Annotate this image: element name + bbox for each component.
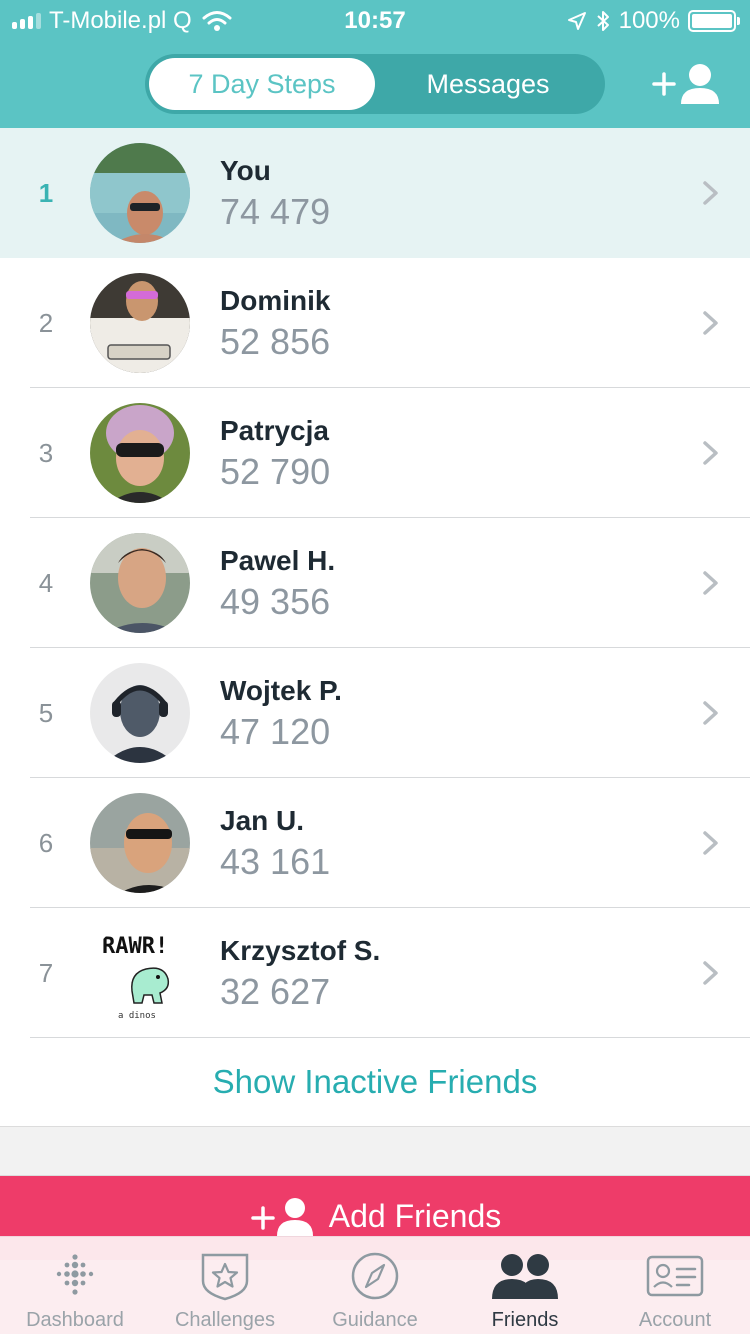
chevron-right-icon xyxy=(703,961,718,985)
avatar xyxy=(90,663,190,763)
leaderboard-row[interactable]: 4 Pawel H. 49 356 xyxy=(0,518,750,648)
section-spacer xyxy=(0,1126,750,1176)
rank-number: 1 xyxy=(38,177,54,208)
leaderboard-row[interactable]: 6 Jan U. 43 161 xyxy=(0,778,750,908)
step-count: 47 120 xyxy=(220,711,331,752)
rank-number: 4 xyxy=(38,567,54,598)
chevron-right-icon xyxy=(703,181,718,205)
friend-info: You 74 479 xyxy=(220,154,330,234)
add-friends-label: Add Friends xyxy=(328,1198,502,1234)
rawr-text: RAWR! xyxy=(102,934,168,959)
bluetooth-icon xyxy=(596,11,609,31)
rank-number: 5 xyxy=(38,697,54,728)
chevron-right-icon xyxy=(703,701,718,725)
tab-challenges[interactable]: Challenges xyxy=(150,1237,300,1334)
tab-guidance[interactable]: Guidance xyxy=(300,1237,450,1334)
friend-info: Jan U. 43 161 xyxy=(220,804,330,884)
friend-info: Patrycja 52 790 xyxy=(220,414,330,494)
status-bar: T-Mobile.pl Q 10:57 100% xyxy=(0,0,750,40)
friend-name: Pawel H. xyxy=(220,545,336,576)
bottom-tab-bar: Dashboard Challenges Guidance Friends Ac… xyxy=(0,1236,750,1334)
step-count: 43 161 xyxy=(220,841,331,882)
friend-info: Dominik 52 856 xyxy=(220,284,330,364)
add-person-icon xyxy=(250,1198,313,1236)
avatar xyxy=(90,533,190,633)
tab-friends[interactable]: Friends xyxy=(450,1237,600,1334)
step-count: 49 356 xyxy=(220,581,331,622)
step-count: 52 856 xyxy=(220,321,331,362)
tab-label: Dashboard xyxy=(26,1309,124,1331)
tab-dashboard[interactable]: Dashboard xyxy=(0,1237,150,1334)
id-card-icon xyxy=(646,1255,704,1297)
friend-info: Wojtek P. 47 120 xyxy=(220,674,342,754)
battery-icon xyxy=(688,10,740,32)
status-right: 100% xyxy=(567,7,740,35)
tab-label: Guidance xyxy=(332,1309,418,1331)
step-count: 74 479 xyxy=(220,191,331,232)
rank-number: 3 xyxy=(38,437,54,468)
friend-name: Krzysztof S. xyxy=(220,935,381,966)
step-count: 32 627 xyxy=(220,971,331,1012)
avatar xyxy=(90,403,190,503)
location-arrow-icon xyxy=(567,12,586,30)
tab-account[interactable]: Account xyxy=(600,1237,750,1334)
chevron-right-icon xyxy=(703,311,718,335)
tab-label: Challenges xyxy=(174,1309,276,1331)
avatar xyxy=(90,273,190,373)
leaderboard-row[interactable]: 7 RAWR! a dinos Krzysztof S. 32 627 xyxy=(0,908,750,1038)
tab-label: Account xyxy=(638,1309,712,1331)
leaderboard-row[interactable]: 3 Patrycja 52 790 xyxy=(0,388,750,518)
show-inactive-friends-link[interactable]: Show Inactive Friends xyxy=(0,1038,750,1126)
battery-percent: 100% xyxy=(618,7,680,34)
dots-grid-icon xyxy=(56,1254,94,1295)
chevron-right-icon xyxy=(703,571,718,595)
tab-label: Friends xyxy=(491,1309,559,1331)
star-badge-icon xyxy=(201,1253,249,1301)
friend-info: Pawel H. 49 356 xyxy=(220,544,335,624)
friend-name: Wojtek P. xyxy=(220,675,342,706)
friend-name: Dominik xyxy=(220,285,331,316)
friend-name: Jan U. xyxy=(220,805,305,836)
avatar-dino-illustration: RAWR! a dinos xyxy=(90,923,190,1023)
tab-7-day-steps[interactable]: 7 Day Steps xyxy=(149,58,375,110)
leaderboard-list: 1 You 74 479 2 Dominik 52 856 3 Patrycja… xyxy=(0,128,750,1038)
friends-icon xyxy=(492,1254,558,1299)
rank-number: 2 xyxy=(38,307,54,338)
leaderboard-row-you[interactable]: 1 You 74 479 xyxy=(0,128,750,258)
tab-messages[interactable]: Messages xyxy=(375,58,601,110)
segmented-control: 7 Day Steps Messages xyxy=(145,54,605,114)
dino-caption: a dinos xyxy=(118,1011,156,1021)
avatar xyxy=(90,143,190,243)
friend-name: You xyxy=(220,155,271,186)
add-person-icon[interactable] xyxy=(650,60,722,108)
leaderboard-row[interactable]: 2 Dominik 52 856 xyxy=(0,258,750,388)
rank-number: 7 xyxy=(38,957,54,988)
leaderboard-row[interactable]: 5 Wojtek P. 47 120 xyxy=(0,648,750,778)
app-header: T-Mobile.pl Q 10:57 100% 7 Day Steps Mes… xyxy=(0,0,750,128)
avatar xyxy=(90,793,190,893)
rank-number: 6 xyxy=(38,827,54,858)
chevron-right-icon xyxy=(703,831,718,855)
friend-info: Krzysztof S. 32 627 xyxy=(220,934,380,1014)
chevron-right-icon xyxy=(703,441,718,465)
step-count: 52 790 xyxy=(220,451,331,492)
compass-icon xyxy=(351,1252,399,1300)
friend-name: Patrycja xyxy=(220,415,329,446)
